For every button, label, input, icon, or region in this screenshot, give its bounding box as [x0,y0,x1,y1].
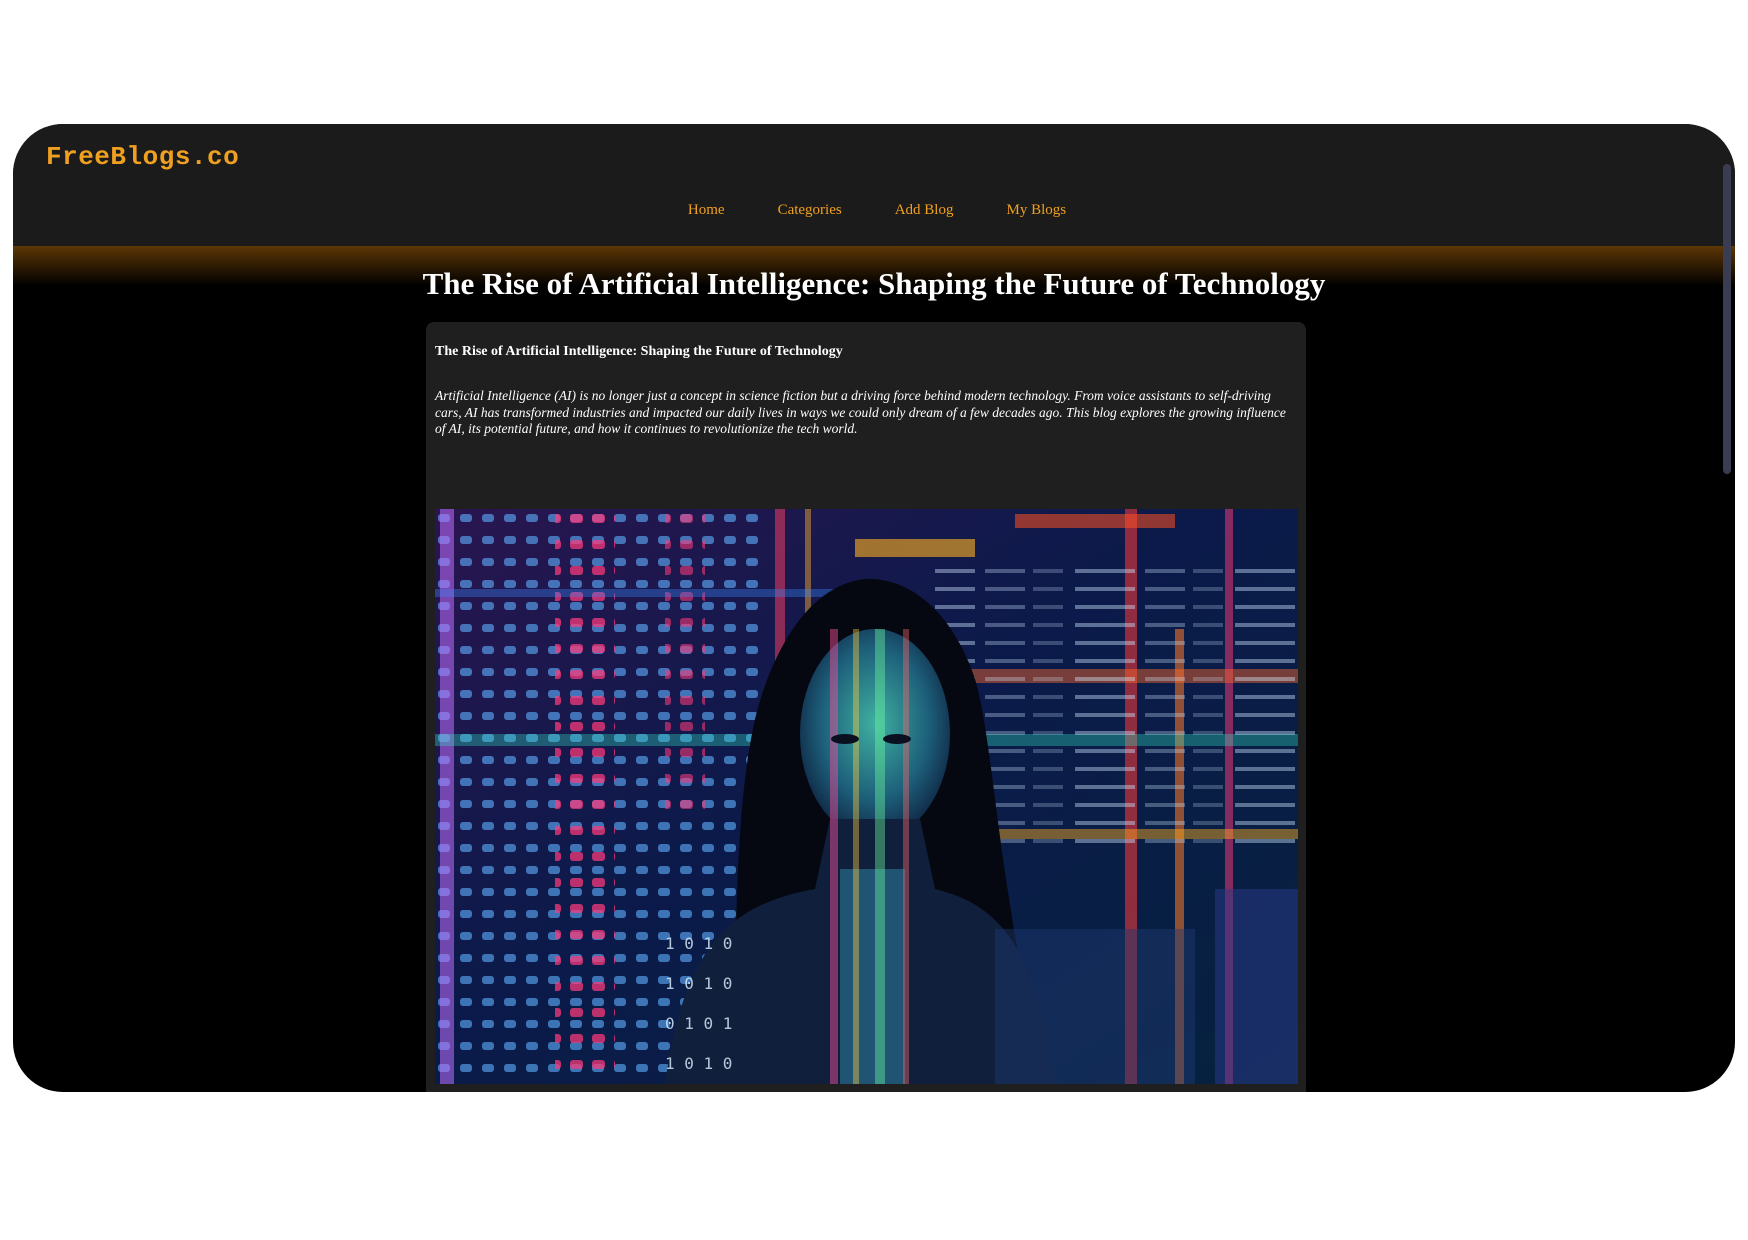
nav-link-add-blog[interactable]: Add Blog [895,202,954,219]
nav-menu: Home Categories Add Blog My Blogs [13,202,1735,219]
navbar: FreeBlogs.co Home Categories Add Blog My… [13,124,1735,246]
nav-link-my-blogs[interactable]: My Blogs [1006,202,1066,219]
browser-viewport: FreeBlogs.co Home Categories Add Blog My… [13,124,1735,1092]
page-title: The Rise of Artificial Intelligence: Sha… [422,266,1326,301]
page-scrollbar[interactable] [1723,164,1731,474]
svg-text:0 1 0 1: 0 1 0 1 [665,1014,732,1033]
post-title: The Rise of Artificial Intelligence: Sha… [435,344,843,359]
svg-text:1 0 1 0: 1 0 1 0 [665,974,732,993]
svg-text:1 0 1 0: 1 0 1 0 [665,1054,732,1073]
post-hero-image: 1 0 1 0 1 0 1 0 0 1 0 1 1 0 1 0 [435,509,1298,1084]
post-excerpt: Artificial Intelligence (AI) is no longe… [435,388,1286,436]
site-logo[interactable]: FreeBlogs.co [46,142,239,172]
nav-link-home[interactable]: Home [688,202,725,219]
svg-text:1 0 1 0: 1 0 1 0 [665,934,732,953]
blog-post-card: The Rise of Artificial Intelligence: Sha… [426,322,1306,1092]
nav-link-categories[interactable]: Categories [778,202,842,219]
